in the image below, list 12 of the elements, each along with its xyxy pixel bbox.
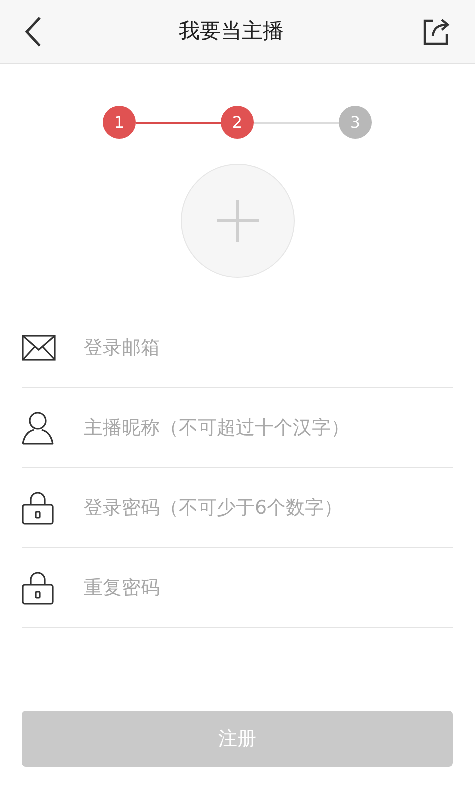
lock-icon (22, 570, 54, 604)
plus-icon (216, 200, 258, 242)
lock-icon (22, 490, 54, 524)
back-icon[interactable] (24, 16, 42, 48)
page-title: 我要当主播 (179, 18, 284, 45)
envelope-icon (22, 334, 56, 360)
user-icon (22, 410, 54, 444)
input-field[interactable]: 重复密码 (84, 568, 453, 608)
input-field[interactable]: 登录邮箱 (84, 328, 453, 368)
input-field[interactable]: 主播昵称（不可超过十个汉字） (84, 408, 453, 448)
input-field[interactable]: 登录密码（不可少于6个数字） (84, 488, 453, 528)
share-icon[interactable] (421, 16, 451, 46)
